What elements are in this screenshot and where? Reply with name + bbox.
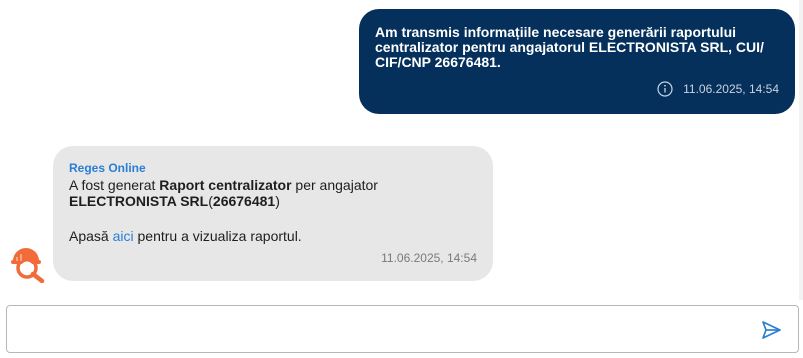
outgoing-message-text: Am transmis informațiile necesare generă… <box>375 24 764 70</box>
message-input[interactable] <box>19 314 743 346</box>
cta-suffix: pentru a vizualiza raportul. <box>133 228 302 244</box>
cta-prefix: Apasă <box>69 228 113 244</box>
info-icon[interactable] <box>657 81 673 97</box>
employer-cui: 26676481 <box>212 192 276 209</box>
outgoing-message-meta: 11.06.2025, 14:54 <box>657 81 779 97</box>
scrollbar-track[interactable] <box>799 0 803 300</box>
text-prefix: A fost generat <box>69 177 160 193</box>
close-paren: ) <box>275 192 280 209</box>
employer-name: ELECTRONISTA SRL <box>69 192 209 209</box>
outgoing-message-timestamp: 11.06.2025, 14:54 <box>683 82 779 96</box>
chat-area: Am transmis informațiile necesare generă… <box>0 0 803 300</box>
send-icon <box>762 321 781 339</box>
send-button[interactable] <box>760 319 782 341</box>
outgoing-message-bubble: Am transmis informațiile necesare generă… <box>359 9 795 114</box>
sender-name: Reges Online <box>69 161 146 175</box>
message-composer <box>6 305 799 353</box>
view-report-link[interactable]: aici <box>113 228 134 244</box>
search-helmet-avatar-icon <box>9 245 47 284</box>
incoming-message-bubble: Reges Online A fost generat Raport centr… <box>53 146 493 281</box>
incoming-message-timestamp: 11.06.2025, 14:54 <box>381 251 477 265</box>
text-suffix: per angajator <box>291 177 378 193</box>
report-name: Raport centralizator <box>159 177 292 193</box>
view-report-instruction: Apasă aici pentru a vizualiza raportul. <box>69 228 477 244</box>
incoming-message-text: A fost generat Raport centralizator per … <box>69 177 477 209</box>
